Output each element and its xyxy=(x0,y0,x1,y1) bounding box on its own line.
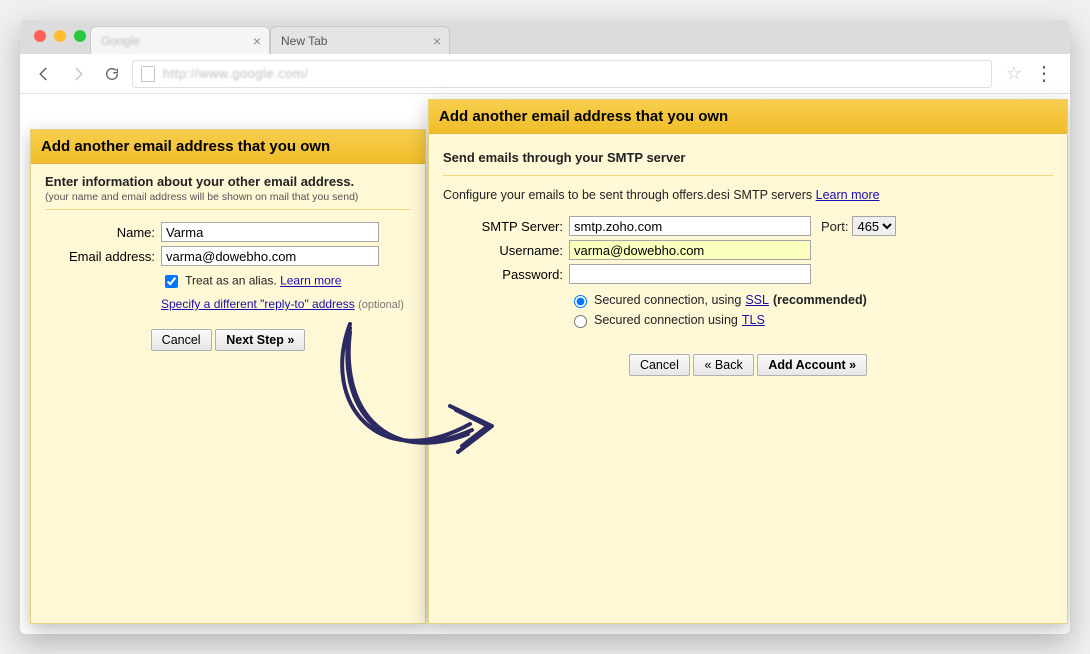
menu-icon[interactable]: ⋮ xyxy=(1028,61,1060,86)
bookmark-star-icon[interactable]: ☆ xyxy=(1006,63,1022,84)
ssl-recommended: (recommended) xyxy=(773,293,867,307)
config-text: Configure your emails to be sent through… xyxy=(443,188,812,202)
window-controls xyxy=(34,30,86,42)
ssl-link[interactable]: SSL xyxy=(745,293,769,307)
url-text: http://www.google.com/ xyxy=(163,66,308,81)
tab-active[interactable]: Google × xyxy=(90,26,270,54)
tab-strip: Google × New Tab × xyxy=(20,20,1070,54)
minimize-window-icon[interactable] xyxy=(54,30,66,42)
separator xyxy=(45,209,411,210)
arrow-right-icon xyxy=(69,65,87,83)
page-content: Add another email address that you own E… xyxy=(20,94,1070,634)
smtp-label: SMTP Server: xyxy=(443,219,563,234)
panel-header: Add another email address that you own xyxy=(31,130,425,164)
next-step-button[interactable]: Next Step » xyxy=(215,329,305,351)
ssl-radio[interactable] xyxy=(574,295,587,308)
add-address-panel-step2: Add another email address that you own S… xyxy=(428,99,1068,624)
username-input[interactable] xyxy=(569,240,811,260)
tab-new[interactable]: New Tab × xyxy=(270,26,450,54)
reload-icon xyxy=(104,66,120,82)
cancel-button[interactable]: Cancel xyxy=(151,329,212,351)
tls-label-pre: Secured connection using xyxy=(594,313,738,327)
tab-title: New Tab xyxy=(281,34,327,48)
tls-link[interactable]: TLS xyxy=(742,313,765,327)
add-address-panel-step1: Add another email address that you own E… xyxy=(30,129,426,624)
port-label: Port: xyxy=(821,219,848,234)
reply-to-optional: (optional) xyxy=(358,299,404,311)
close-tab-icon[interactable]: × xyxy=(433,33,441,49)
browser-window: Google × New Tab × http://www.google.com… xyxy=(20,20,1070,634)
username-label: Username: xyxy=(443,243,563,258)
cancel-button[interactable]: Cancel xyxy=(629,354,690,376)
name-label: Name: xyxy=(45,225,155,240)
password-input[interactable] xyxy=(569,264,811,284)
close-tab-icon[interactable]: × xyxy=(253,33,261,49)
email-label: Email address: xyxy=(45,249,155,264)
port-select[interactable]: 465 xyxy=(852,216,896,236)
alias-checkbox[interactable] xyxy=(165,275,178,288)
tab-title: Google xyxy=(101,34,140,48)
name-input[interactable] xyxy=(161,222,379,242)
panel-subheader: Send emails through your SMTP server xyxy=(443,144,1053,169)
smtp-server-input[interactable] xyxy=(569,216,811,236)
email-input[interactable] xyxy=(161,246,379,266)
browser-toolbar: http://www.google.com/ ☆ ⋮ xyxy=(20,54,1070,94)
back-button[interactable] xyxy=(30,60,58,88)
close-window-icon[interactable] xyxy=(34,30,46,42)
separator xyxy=(443,175,1053,176)
address-bar[interactable]: http://www.google.com/ xyxy=(132,60,992,88)
tls-radio[interactable] xyxy=(574,315,587,328)
panel-header: Add another email address that you own xyxy=(429,100,1067,134)
forward-button[interactable] xyxy=(64,60,92,88)
config-learn-more-link[interactable]: Learn more xyxy=(816,188,880,202)
add-account-button[interactable]: Add Account » xyxy=(757,354,867,376)
maximize-window-icon[interactable] xyxy=(74,30,86,42)
arrow-left-icon xyxy=(35,65,53,83)
back-button[interactable]: « Back xyxy=(693,354,753,376)
ssl-label-pre: Secured connection, using xyxy=(594,293,741,307)
page-icon xyxy=(141,66,155,82)
panel-subnote: (your name and email address will be sho… xyxy=(45,191,411,203)
alias-learn-more-link[interactable]: Learn more xyxy=(280,274,341,288)
alias-label: Treat as an alias. xyxy=(185,274,277,288)
password-label: Password: xyxy=(443,267,563,282)
reply-to-link[interactable]: Specify a different "reply-to" address xyxy=(161,297,355,311)
reload-button[interactable] xyxy=(98,60,126,88)
panel-subtitle: Enter information about your other email… xyxy=(45,174,411,189)
